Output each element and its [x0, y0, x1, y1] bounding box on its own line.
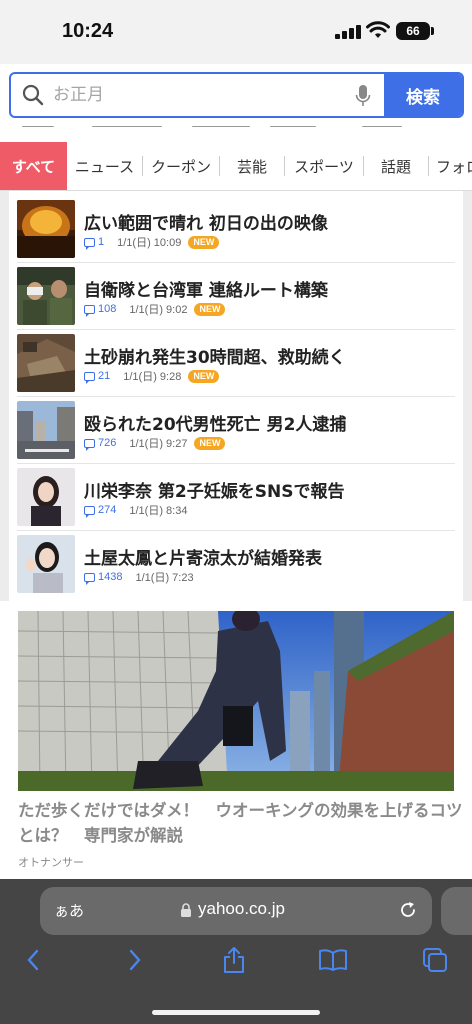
cellular-signal-icon	[335, 23, 361, 39]
news-thumbnail	[17, 535, 75, 593]
new-badge: NEW	[194, 302, 226, 316]
next-tab-peek[interactable]	[441, 887, 472, 935]
news-item[interactable]: 殴られた20代男性死亡 男2人逮捕 726 1/1(日) 9:27 NEW	[9, 392, 463, 459]
tab-entertainment[interactable]: 芸能	[220, 142, 284, 190]
browser-bottom-bar: ぁあ yahoo.co.jp	[0, 879, 472, 1024]
news-item[interactable]: 川栄李奈 第2子妊娠をSNSで報告 274 1/1(日) 8:34	[9, 459, 463, 526]
news-item[interactable]: 自衛隊と台湾軍 連絡ルート構築 108 1/1(日) 9:02 NEW	[9, 258, 463, 325]
news-meta: 1438 1/1(日) 7:23	[84, 569, 194, 585]
status-time: 10:24	[62, 20, 114, 42]
bookmarks-button[interactable]	[318, 945, 348, 975]
news-meta: 108 1/1(日) 9:02 NEW	[84, 301, 226, 317]
tab-follow[interactable]: フォロ	[429, 142, 472, 190]
news-title: 土屋太鳳と片寄涼太が結婚発表	[84, 549, 322, 569]
lock-icon	[181, 903, 191, 917]
comment-icon	[84, 505, 95, 518]
comment-count: 274	[98, 504, 117, 516]
news-title: 殴られた20代男性死亡 男2人逮捕	[84, 415, 347, 435]
reader-options-button[interactable]: ぁあ	[54, 900, 84, 921]
comment-count: 108	[98, 303, 117, 315]
search-box: 検索	[9, 72, 464, 118]
feature-article[interactable]: ただ歩くだけではダメ！ ウオーキングの効果を上げるコツとは？ 専門家が解説 オト…	[0, 601, 472, 879]
status-bar: 10:24 66	[0, 0, 472, 64]
news-title: 土砂崩れ発生30時間超、救助続く	[84, 348, 346, 368]
news-list: 広い範囲で晴れ 初日の出の映像 1 1/1(日) 10:09 NEW 自衛隊と台…	[9, 191, 463, 601]
tabs-button[interactable]	[420, 945, 450, 975]
tabs-overview-icon	[423, 948, 447, 972]
battery-icon: 66	[396, 22, 430, 40]
reload-icon[interactable]	[398, 900, 418, 920]
comment-count: 1	[98, 236, 105, 248]
news-date: 1/1(日) 9:02	[129, 304, 188, 316]
news-thumbnail	[17, 468, 75, 526]
news-item[interactable]: 広い範囲で晴れ 初日の出の映像 1 1/1(日) 10:09 NEW	[9, 191, 463, 258]
news-meta: 1 1/1(日) 10:09 NEW	[84, 234, 220, 250]
new-badge: NEW	[194, 436, 226, 450]
news-title: 広い範囲で晴れ 初日の出の映像	[84, 214, 328, 234]
news-thumbnail	[17, 401, 75, 459]
hidden-links-row	[0, 126, 472, 134]
news-meta: 21 1/1(日) 9:28 NEW	[84, 368, 220, 384]
new-badge: NEW	[188, 369, 220, 383]
share-icon	[224, 947, 244, 973]
news-thumbnail	[17, 334, 75, 392]
search-icon	[22, 84, 44, 106]
microphone-icon[interactable]	[355, 84, 371, 108]
comment-icon	[84, 438, 95, 451]
url-text: yahoo.co.jp	[198, 899, 285, 918]
comment-count: 21	[98, 370, 111, 382]
news-date: 1/1(日) 9:28	[123, 371, 182, 383]
news-thumbnail	[17, 200, 75, 258]
tab-news[interactable]: ニュース	[67, 142, 142, 190]
new-badge: NEW	[188, 235, 220, 249]
tab-all[interactable]: すべて	[0, 142, 67, 190]
news-date: 1/1(日) 8:34	[129, 505, 188, 517]
wifi-icon	[366, 21, 390, 38]
comment-count: 1438	[98, 571, 123, 583]
news-date: 1/1(日) 9:27	[129, 438, 188, 450]
chevron-right-icon	[129, 949, 141, 971]
comment-icon	[84, 304, 95, 317]
news-meta: 726 1/1(日) 9:27 NEW	[84, 435, 226, 451]
book-icon	[319, 949, 347, 971]
chevron-left-icon	[27, 949, 39, 971]
feature-image	[18, 611, 454, 791]
news-date: 1/1(日) 10:09	[117, 237, 182, 249]
news-thumbnail	[17, 267, 75, 325]
home-indicator	[152, 1010, 320, 1015]
news-item[interactable]: 土屋太鳳と片寄涼太が結婚発表 1438 1/1(日) 7:23	[9, 526, 463, 593]
comment-count: 726	[98, 437, 117, 449]
feature-title: ただ歩くだけではダメ！ ウオーキングの効果を上げるコツとは？ 専門家が解説	[18, 801, 463, 845]
news-item[interactable]: 土砂崩れ発生30時間超、救助続く 21 1/1(日) 9:28 NEW	[9, 325, 463, 392]
news-meta: 274 1/1(日) 8:34	[84, 502, 187, 518]
back-button[interactable]	[18, 945, 48, 975]
tab-sports[interactable]: スポーツ	[285, 142, 363, 190]
news-title: 自衛隊と台湾軍 連絡ルート構築	[84, 281, 328, 301]
share-button[interactable]	[219, 945, 249, 975]
comment-icon	[84, 371, 95, 384]
feature-source: オトナンサー	[18, 856, 84, 869]
forward-button[interactable]	[120, 945, 150, 975]
address-bar[interactable]: ぁあ yahoo.co.jp	[40, 887, 432, 935]
category-tabs: すべて ニュース クーポン 芸能 スポーツ 話題 フォロ	[0, 142, 472, 191]
news-date: 1/1(日) 7:23	[135, 572, 194, 584]
search-button[interactable]: 検索	[384, 74, 462, 116]
tab-topics[interactable]: 話題	[364, 142, 428, 190]
search-input[interactable]	[53, 82, 353, 108]
search-area: 検索	[0, 64, 472, 142]
comment-icon	[84, 237, 95, 250]
tab-coupon[interactable]: クーポン	[143, 142, 219, 190]
news-title: 川栄李奈 第2子妊娠をSNSで報告	[84, 482, 345, 502]
battery-tip	[431, 27, 434, 35]
comment-icon	[84, 572, 95, 585]
